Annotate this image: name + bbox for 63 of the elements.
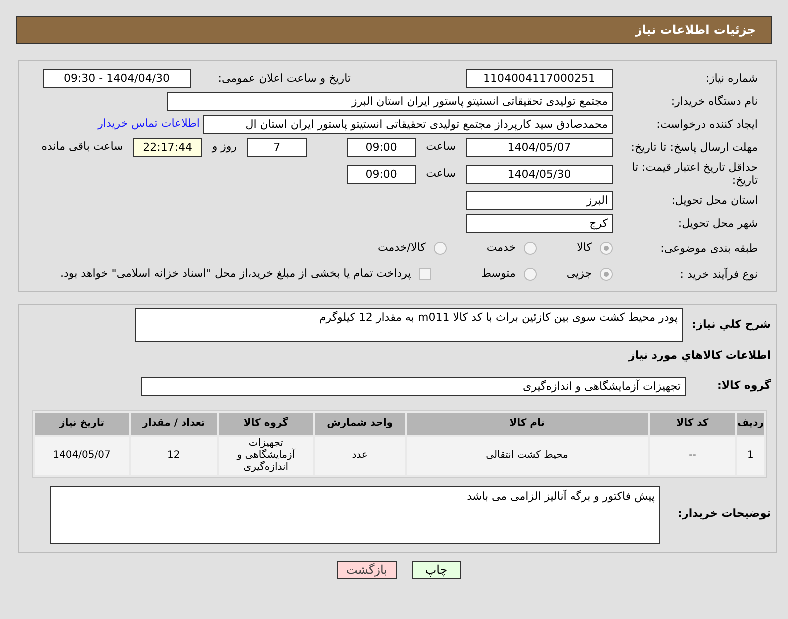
section-title: اطلاعات کالاهاي مورد نياز [629, 348, 771, 364]
field-label: شهر محل تحویل: [677, 217, 758, 230]
field-label: طبقه بندی موضوعی: [660, 242, 758, 254]
validity-date-field: 1404/05/30 [466, 164, 613, 184]
column-header: واحد شمارش [315, 412, 405, 434]
announce-date-field: 1404/04/30 - 09:30 [43, 69, 191, 88]
radio-label: کالا/خدمت [378, 240, 426, 256]
field-label: نوع فرآیند خرید : [679, 268, 758, 280]
buyer-org-field: مجتمع تولیدی تحقیقاتی انستیتو پاستور ایران استان البرز [167, 92, 613, 111]
radio-button[interactable] [600, 242, 613, 254]
radio-button[interactable] [434, 242, 447, 254]
radio-label: کالا [577, 240, 592, 256]
print-button[interactable]: چاپ [412, 560, 461, 578]
table-cell: عدد [315, 436, 405, 474]
page-title: جزئیات اطلاعات نیاز [635, 22, 756, 39]
radio-button[interactable] [524, 242, 538, 254]
remaining-time-field: 22:17:44 [133, 138, 202, 157]
days-field: 7 [247, 138, 308, 157]
field-label: نام دستگاه خریدار: [670, 95, 758, 108]
field-label: ساعت باقی مانده [42, 139, 124, 156]
buyer-contact-link[interactable]: اطلاعات تماس خریدار [98, 116, 200, 133]
radio-label: جزیی [566, 266, 592, 282]
field-label: مهلت ارسال پاسخ: تا تاریخ: [630, 141, 758, 154]
field-label: توضیحات خریدار: [677, 506, 771, 522]
need-number-field: 1104004117000251 [466, 69, 613, 88]
table-cell: -- [650, 436, 736, 474]
column-header: نام کالا [406, 412, 648, 434]
validity-time-field: 09:00 [347, 164, 416, 184]
field-label: شماره نیاز: [704, 72, 758, 85]
radio-button[interactable] [524, 268, 537, 280]
field-label: استان محل تحویل: [670, 194, 758, 207]
column-header: گروه کالا [218, 412, 314, 434]
radio-button[interactable] [600, 268, 613, 280]
description-textarea[interactable]: پودر محیط کشت سوی بین کازئین براث با کد کالا m011 به مقدار 12 کیلوگرم [135, 308, 683, 342]
city-field: کرج [466, 214, 613, 233]
column-header: تاریخ نیاز [35, 412, 129, 434]
requester-field: محمدصادق سید کارپرداز مجتمع تولیدی تحقیقاتی انستیتو پاستور ایران استان ال [203, 115, 613, 134]
back-button[interactable]: بازگشت [337, 560, 397, 578]
radio-label: خدمت [486, 240, 516, 256]
column-header: کد کالا [650, 412, 736, 434]
reply-date-field: 1404/05/07 [466, 138, 613, 157]
field-label: ساعت [426, 166, 456, 182]
reply-time-field: 09:00 [347, 138, 416, 157]
column-header: ردیف [737, 412, 764, 434]
field-label: شرح کلي نياز: [691, 316, 771, 333]
field-label: تاریخ و ساعت اعلان عمومی: [217, 72, 351, 85]
table-cell: تجهیزات آزمایشگاهی و اندازه‌گیری [218, 436, 314, 474]
field-label: روز و [212, 139, 238, 156]
buyer-notes-textarea[interactable]: پیش فاکتور و برگه آنالیز الزامی می باشد [50, 486, 660, 544]
field-label: حداقل تاریخ اعتبار قیمت: تا تاریخ: [631, 161, 758, 187]
column-header: تعداد / مقدار [130, 412, 217, 434]
checkbox[interactable] [419, 268, 432, 280]
table-cell: 1 [737, 436, 764, 474]
radio-label: متوسط [481, 266, 516, 282]
goods-group-field: تجهیزات آزمایشگاهی و اندازه‌گیری [141, 376, 686, 396]
table-cell: 12 [130, 436, 217, 474]
province-field: البرز [466, 191, 613, 210]
field-label: ساعت [426, 139, 456, 156]
table-cell: 1404/05/07 [35, 436, 129, 474]
field-label: گروه کالا: [716, 378, 771, 394]
table-cell: محیط کشت انتقالی [406, 436, 648, 474]
field-label: ایجاد کننده درخواست: [656, 118, 758, 131]
checkbox-label: پرداخت تمام یا بخشی از مبلغ خرید،از محل "اسناد خزانه اسلامی" خواهد بود. [60, 266, 412, 282]
